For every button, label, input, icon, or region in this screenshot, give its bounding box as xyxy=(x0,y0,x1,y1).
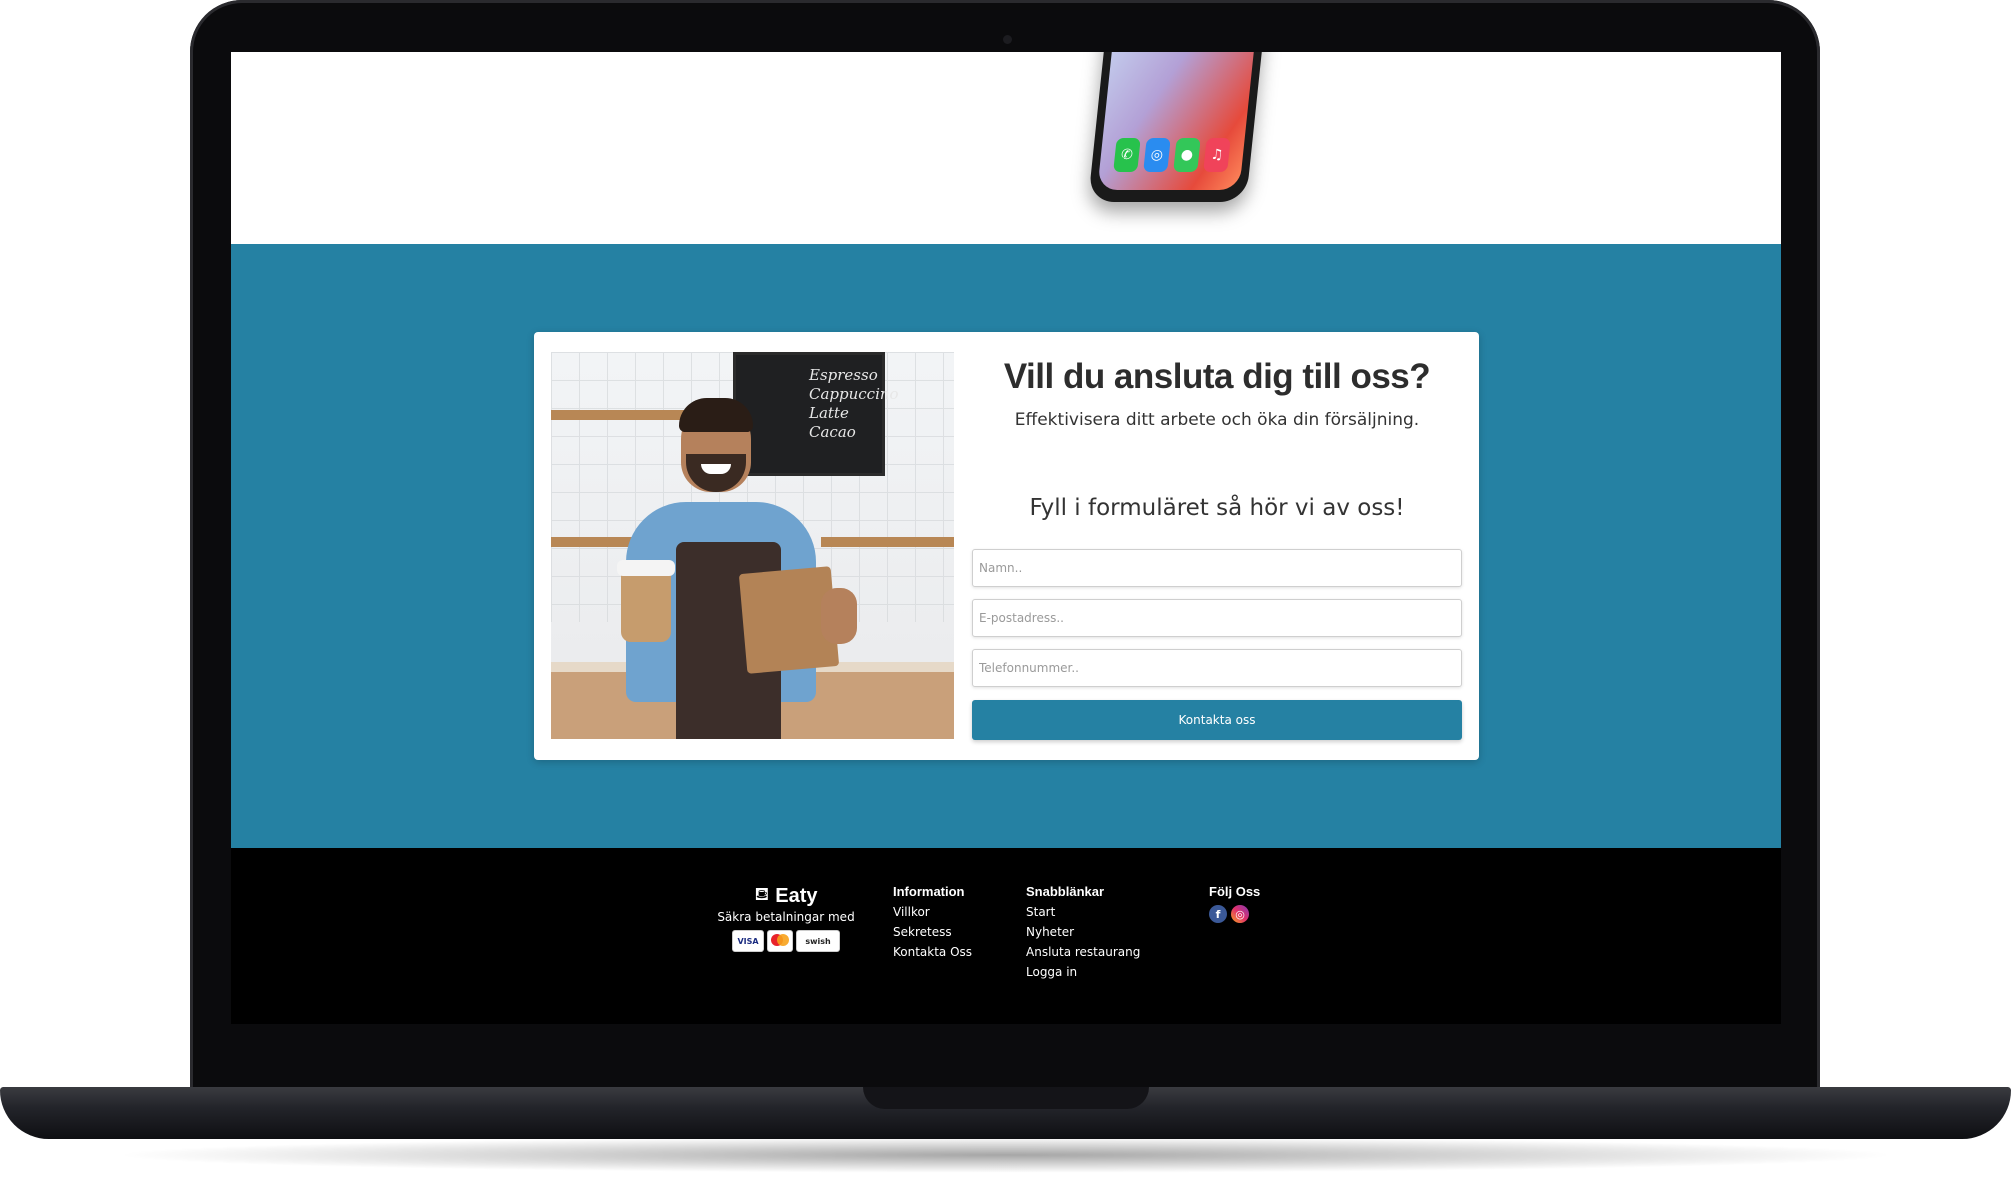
link-ansluta-restaurang[interactable]: Ansluta restaurang xyxy=(1026,945,1140,959)
link-villkor[interactable]: Villkor xyxy=(893,905,972,919)
join-section: Espresso Cappuccino Latte Cacao Vill du … xyxy=(231,244,1781,848)
laptop-notch xyxy=(863,1087,1149,1109)
phone-dock: ✆ ◎ ● ♫ xyxy=(1113,138,1231,178)
shelf xyxy=(821,537,954,547)
laptop-shadow xyxy=(110,1137,1901,1173)
link-start[interactable]: Start xyxy=(1026,905,1140,919)
footer-brand: ⛾ Eaty Säkra betalningar med VISA swish xyxy=(711,884,861,952)
browser-viewport: ✆ ◎ ● ♫ Espresso Cappuccino Latte Cacao … xyxy=(231,52,1781,1024)
instagram-icon[interactable]: ◎ xyxy=(1231,905,1249,923)
messages-app-icon: ● xyxy=(1173,138,1201,172)
barista-photo: Espresso Cappuccino Latte Cacao xyxy=(551,352,954,739)
phone-mockup-image: ✆ ◎ ● ♫ xyxy=(1088,52,1266,202)
email-input[interactable] xyxy=(972,599,1462,637)
visa-logo: VISA xyxy=(732,930,764,952)
facebook-icon[interactable]: f xyxy=(1209,905,1227,923)
contact-us-button[interactable]: Kontakta oss xyxy=(972,700,1462,740)
phone-app-icon: ✆ xyxy=(1113,138,1141,172)
footer-follow: Följ Oss f ◎ xyxy=(1209,884,1260,923)
site-footer: ⛾ Eaty Säkra betalningar med VISA swish … xyxy=(231,848,1781,1024)
coffee-cup xyxy=(621,568,671,642)
quicklinks-title: Snabblänkar xyxy=(1026,884,1105,899)
payment-tagline: Säkra betalningar med xyxy=(717,910,855,924)
mastercard-logo xyxy=(767,930,793,952)
swish-logo: swish xyxy=(796,930,840,952)
chalkboard-text: Espresso Cappuccino Latte Cacao xyxy=(809,366,899,441)
link-nyheter[interactable]: Nyheter xyxy=(1026,925,1140,939)
social-icons: f ◎ xyxy=(1209,905,1260,923)
footer-quicklinks: Snabblänkar Start Nyheter Ansluta restau… xyxy=(1026,884,1140,985)
payment-logos: VISA swish xyxy=(711,930,861,952)
join-subtitle: Effektivisera ditt arbete och öka din fö… xyxy=(1014,410,1420,430)
safari-app-icon: ◎ xyxy=(1143,138,1171,172)
name-input[interactable] xyxy=(972,549,1462,587)
brand-name[interactable]: Eaty xyxy=(775,885,817,908)
camera-dot xyxy=(1003,35,1012,44)
join-title: Vill du ansluta dig till oss? xyxy=(1003,357,1431,396)
information-title: Information xyxy=(893,884,965,899)
link-logga-in[interactable]: Logga in xyxy=(1026,965,1140,979)
shelf xyxy=(551,410,701,420)
footer-information: Information Villkor Sekretess Kontakta O… xyxy=(893,884,972,965)
follow-title: Följ Oss xyxy=(1209,884,1261,899)
join-card: Espresso Cappuccino Latte Cacao Vill du … xyxy=(534,332,1479,760)
hero-section: ✆ ◎ ● ♫ xyxy=(231,52,1781,244)
music-app-icon: ♫ xyxy=(1203,138,1231,172)
join-form: Vill du ansluta dig till oss? Effektivis… xyxy=(972,332,1462,760)
food-tray-icon: ⛾ xyxy=(754,884,770,905)
link-sekretess[interactable]: Sekretess xyxy=(893,925,972,939)
link-kontakta-oss[interactable]: Kontakta Oss xyxy=(893,945,972,959)
form-heading: Fyll i formuläret så hör vi av oss! xyxy=(1029,495,1405,521)
phone-input[interactable] xyxy=(972,649,1462,687)
